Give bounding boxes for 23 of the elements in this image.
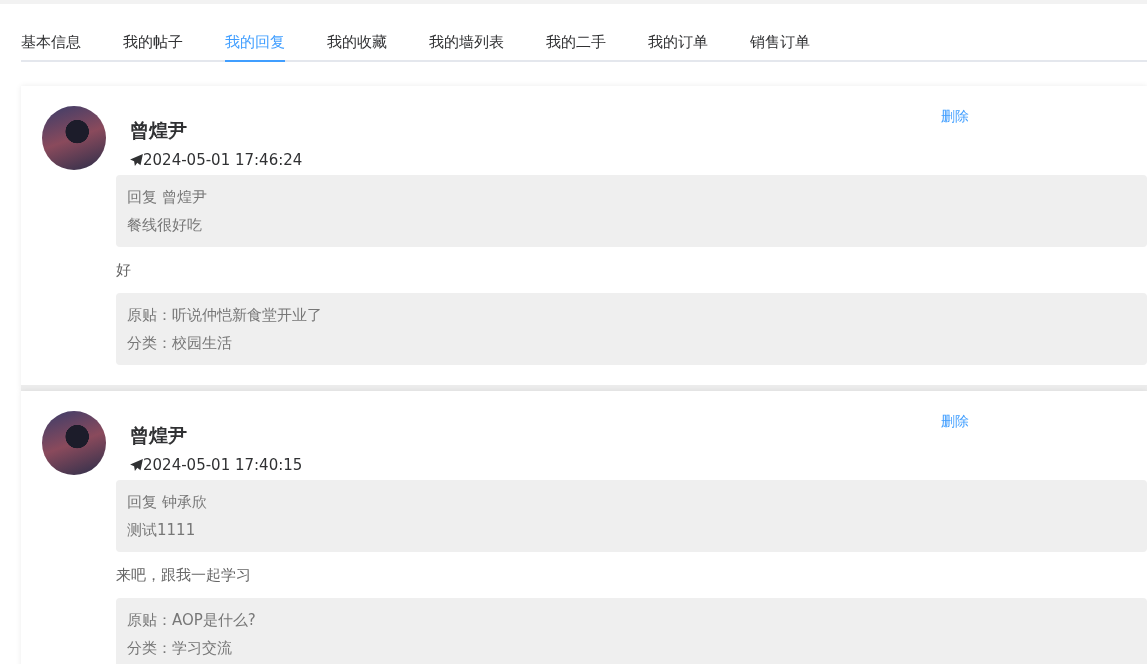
tab[interactable]: 我的订单 bbox=[648, 32, 708, 60]
post-time: 2024-05-01 17:40:15 bbox=[130, 453, 941, 476]
author-name: 曾煌尹 bbox=[130, 423, 188, 448]
tab[interactable]: 我的墙列表 bbox=[429, 32, 504, 60]
reply-target: 回复 钟承欣 bbox=[127, 492, 208, 513]
post-category: 分类：校园生活 bbox=[127, 333, 233, 354]
tab[interactable]: 基本信息 bbox=[21, 32, 81, 60]
paper-plane-icon bbox=[130, 153, 143, 166]
tab[interactable]: 我的二手 bbox=[546, 32, 606, 60]
tab[interactable]: 我的帖子 bbox=[123, 32, 183, 60]
original-post-title: 原贴：听说仲恺新食堂开业了 bbox=[127, 305, 323, 326]
paper-plane-icon bbox=[130, 458, 143, 471]
original-post-title: 原贴：AOP是什么? bbox=[127, 610, 257, 631]
reply-content: 好 bbox=[116, 260, 132, 281]
author-name: 曾煌尹 bbox=[130, 118, 188, 143]
quoted-text: 测试1111 bbox=[127, 520, 197, 541]
post-time: 2024-05-01 17:46:24 bbox=[130, 148, 941, 171]
quoted-text: 餐线很好吃 bbox=[127, 215, 203, 236]
reply-content: 来吧，跟我一起学习 bbox=[116, 565, 252, 586]
reply-target: 回复 曾煌尹 bbox=[127, 187, 208, 208]
post-category: 分类：学习交流 bbox=[127, 638, 233, 659]
tab[interactable]: 我的收藏 bbox=[327, 32, 387, 60]
tab[interactable]: 销售订单 bbox=[750, 32, 810, 60]
